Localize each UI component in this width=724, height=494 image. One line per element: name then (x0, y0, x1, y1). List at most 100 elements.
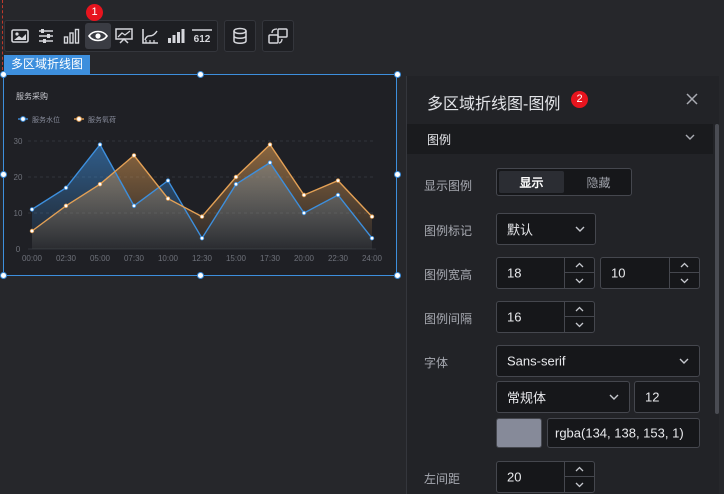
decrement-icon[interactable] (565, 273, 594, 288)
data-point (131, 153, 137, 158)
resize-handle-tl[interactable] (0, 71, 7, 78)
label-legend-gap: 图例间隔 (424, 312, 473, 326)
section-legend-title: 图例 (427, 133, 452, 147)
axis-icon[interactable] (137, 23, 163, 49)
x-tick-label: 24:00 (362, 254, 383, 263)
y-tick-label: 10 (14, 209, 23, 218)
database-icon[interactable] (227, 23, 253, 49)
data-point (335, 178, 341, 183)
increment-icon[interactable] (565, 462, 594, 477)
data-point (233, 181, 239, 187)
font-size-value: 12 (645, 389, 660, 405)
bar-number-icon[interactable] (163, 23, 189, 49)
font-style-select[interactable]: 常规体 (496, 381, 630, 413)
x-tick-label: 22:30 (328, 254, 349, 263)
legend-label: 服务水位 (32, 115, 60, 124)
show-legend-toggle: 显示 隐藏 (496, 168, 632, 196)
data-point (29, 228, 35, 234)
section-legend-header[interactable]: 图例 (407, 124, 713, 154)
font-style-value: 常规体 (507, 390, 547, 406)
option-show[interactable]: 显示 (499, 171, 564, 193)
decrement-icon[interactable] (565, 477, 594, 492)
chart-component[interactable]: 服务采购 服务水位 服务氧荷 0 10 20 30 00:00 02:30 05:00 07:… (0, 71, 401, 279)
data-point (97, 181, 103, 187)
series-area (32, 144, 372, 249)
resize-handle-t[interactable] (197, 71, 204, 78)
label-legend-size: 图例宽高 (424, 268, 473, 282)
increment-icon[interactable] (565, 258, 594, 273)
font-family-select[interactable]: Sans-serif (496, 345, 700, 377)
toolbar-group-chart: 612 (4, 20, 218, 52)
toolbar-group-interact (262, 20, 294, 52)
data-point (63, 203, 69, 208)
properties-panel: 多区域折线图-图例 2 图例 显示图例 显示 隐藏 图例标记 默认 图例宽高 1… (406, 76, 719, 494)
legend-marker-value: 默认 (507, 222, 534, 238)
x-tick-label: 10:00 (158, 254, 179, 263)
resize-handle-r[interactable] (394, 171, 401, 178)
font-color-input[interactable]: rgba(134, 138, 153, 1) (547, 418, 700, 448)
data-point (131, 203, 137, 208)
y-tick-label: 20 (14, 173, 23, 182)
x-tick-label: 17:30 (260, 254, 281, 263)
decrement-icon[interactable] (670, 273, 699, 288)
legend-marker-dot (76, 116, 82, 122)
y-tick-label: 30 (14, 137, 23, 146)
legend-height-spin (669, 258, 699, 288)
font-size-input[interactable]: 12 (634, 381, 700, 413)
resize-handle-b[interactable] (197, 272, 204, 279)
data-point (267, 160, 273, 165)
data-point (369, 235, 375, 241)
decrement-icon[interactable] (565, 317, 594, 332)
x-tick-label: 07:30 (124, 254, 145, 263)
data-point (335, 192, 341, 198)
component-label[interactable]: 多区域折线图 (4, 55, 91, 74)
label-show-legend: 显示图例 (424, 179, 473, 193)
area-chart: 服务采购 服务水位 服务氧荷 0 10 20 30 00:00 02:30 05:00 07:… (14, 91, 383, 263)
transfer-icon[interactable] (265, 23, 291, 49)
legend-height-stepper[interactable]: 10 (600, 257, 700, 289)
x-tick-label: 02:30 (56, 254, 77, 263)
monitor-chart-icon[interactable] (111, 23, 137, 49)
chart-title: 服务采购 (16, 91, 48, 101)
left-margin-spin (564, 462, 594, 492)
increment-icon[interactable] (565, 302, 594, 317)
scrollbar[interactable] (715, 124, 719, 414)
number-612-text: 612 (194, 34, 211, 44)
chevron-down-icon (679, 358, 689, 364)
legend-gap-spin (564, 302, 594, 332)
font-family-value: Sans-serif (507, 353, 566, 369)
label-left-margin: 左间距 (424, 472, 461, 486)
data-point (165, 178, 171, 183)
increment-icon[interactable] (670, 258, 699, 273)
step-badge-1: 1 (86, 4, 103, 21)
option-hide[interactable]: 隐藏 (566, 169, 631, 195)
step-badge-2: 2 (571, 91, 588, 108)
legend-marker-select[interactable]: 默认 (496, 213, 596, 245)
resize-handle-tr[interactable] (394, 71, 401, 78)
legend-width-stepper[interactable]: 18 (496, 257, 595, 289)
chevron-down-icon (575, 226, 585, 232)
label-legend-marker: 图例标记 (424, 224, 473, 238)
bar-chart-icon[interactable] (59, 23, 85, 49)
data-point (199, 235, 205, 241)
resize-handle-l[interactable] (0, 171, 7, 178)
resize-handle-bl[interactable] (0, 272, 7, 279)
font-color-value: rgba(134, 138, 153, 1) (555, 425, 684, 441)
data-point (63, 185, 69, 190)
x-tick-label: 20:00 (294, 254, 315, 263)
close-icon[interactable] (685, 92, 699, 106)
legend-gap-stepper[interactable]: 16 (496, 301, 595, 333)
number-612-icon[interactable]: 612 (189, 23, 215, 49)
sliders-icon[interactable] (33, 23, 59, 49)
chevron-down-icon (685, 134, 695, 140)
label-font: 字体 (424, 356, 449, 370)
font-color-swatch[interactable] (496, 418, 542, 448)
image-icon[interactable] (7, 23, 33, 49)
legend-gap-value: 16 (507, 309, 522, 325)
legend-width-value: 18 (507, 265, 522, 281)
left-margin-stepper[interactable]: 20 (496, 461, 595, 493)
data-point (29, 207, 35, 212)
resize-handle-br[interactable] (394, 272, 401, 279)
eye-target-icon[interactable] (85, 23, 111, 49)
data-point (233, 174, 239, 180)
